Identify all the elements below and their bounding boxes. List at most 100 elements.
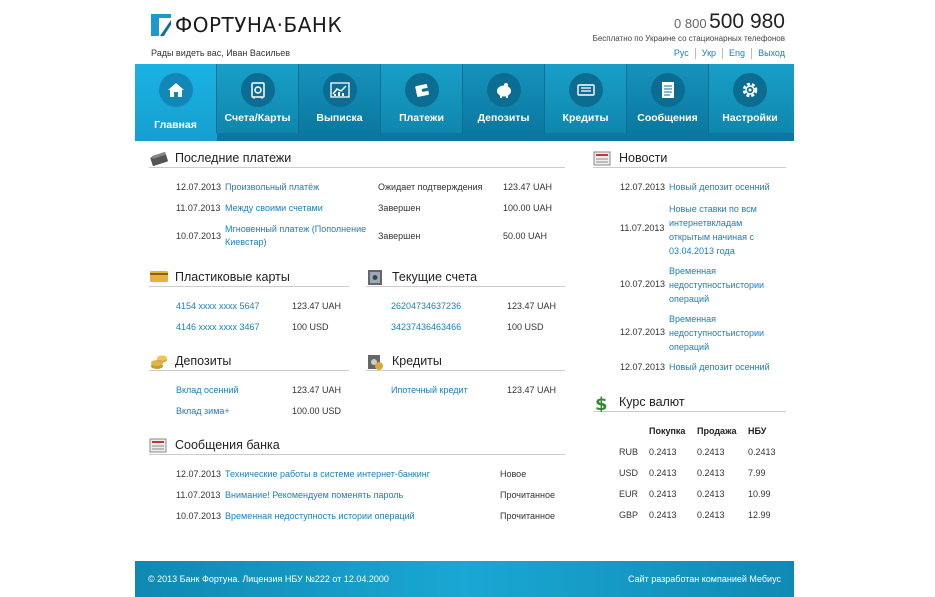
chart-icon — [323, 73, 357, 107]
lang-en-link[interactable]: Eng — [722, 48, 751, 59]
payment-status: Ожидает подтверждения — [378, 182, 483, 192]
footer: © 2013 Банк Фортуна. Лицензия НБУ №222 о… — [135, 561, 794, 597]
payment-status: Завершен — [378, 203, 421, 213]
nav-item-home[interactable]: Главная — [135, 64, 217, 141]
newspaper-icon — [593, 150, 613, 166]
nav-label: Главная — [154, 119, 197, 131]
wallet-icon — [405, 73, 439, 107]
card-amount: 123.47 UAH — [292, 301, 342, 311]
rates-row: RUB 0.2413 0.2413 0.2413 — [619, 446, 776, 457]
house-icon — [159, 73, 193, 107]
messages-section-title: Сообщения банка — [149, 435, 565, 455]
credits-section-title: Кредиты — [366, 351, 565, 371]
nav-item-credits[interactable]: Кредиты — [545, 64, 627, 133]
payment-link[interactable]: Произвольный платёж — [225, 181, 319, 194]
account-link[interactable]: 26204734637236 — [391, 300, 461, 313]
payment-amount: 123.47 UAH — [503, 182, 553, 192]
message-date: 12.07.2013 — [176, 469, 222, 479]
message-status: Новое — [500, 469, 527, 479]
message-status: Прочитанное — [500, 490, 555, 500]
language-switcher: Рус Укр Eng Выход — [668, 48, 785, 59]
nav-item-messages[interactable]: Сообщения — [627, 64, 709, 133]
rates-table: Покупка Продажа НБУ RUB 0.2413 0.2413 0.241… — [619, 420, 788, 525]
account-amount: 123.47 UAH — [507, 301, 557, 311]
message-date: 11.07.2013 — [176, 490, 221, 500]
nav-item-deposits[interactable]: Депозиты — [463, 64, 545, 133]
main-nav: Главная Счета/Карты Выписка Платежи Депо… — [135, 64, 794, 141]
nav-item-settings[interactable]: Настройки — [709, 64, 791, 133]
deposit-link[interactable]: Вклад осенний — [176, 384, 239, 397]
nav-label: Сообщения — [637, 112, 698, 124]
newspaper-icon — [149, 437, 169, 453]
nav-strip — [135, 133, 794, 141]
accounts-section-title: Текущие счета — [366, 267, 565, 287]
phone-prefix: 0 800 — [674, 16, 707, 31]
card-link[interactable]: 4146 xxxx xxxx 3467 — [176, 321, 260, 334]
rates-header-row: Покупка Продажа НБУ — [649, 425, 767, 436]
deposits-section-title: Депозиты — [149, 351, 349, 371]
news-link[interactable]: Новые ставки по всм интернетвкладам откр… — [669, 202, 757, 258]
lock-icon — [366, 353, 386, 370]
phone-number: 500 980 — [709, 10, 785, 33]
payment-link[interactable]: Между своими счетами — [225, 202, 323, 215]
message-link[interactable]: Внимание! Рекомендуем поменять пароль — [225, 489, 403, 502]
news-link[interactable]: Временная недоступностьистории операций — [669, 312, 764, 354]
news-section-title: Новости — [593, 148, 786, 168]
account-link[interactable]: 34237436463466 — [391, 321, 461, 334]
payment-link[interactable]: Мгновенный платеж (Пополнение Киевстар) — [225, 223, 366, 249]
payment-date: 10.07.2013 — [176, 231, 222, 241]
card-amount: 100 USD — [292, 322, 329, 332]
nav-item-payments[interactable]: Платежи — [381, 64, 463, 133]
greeting: Рады видеть вас, Иван Васильев — [151, 48, 291, 58]
cards-section-title: Пластиковые карты — [149, 267, 349, 287]
message-status: Прочитанное — [500, 511, 555, 521]
message-link[interactable]: Технические работы в системе интернет-ба… — [225, 468, 430, 481]
bank-logo[interactable]: ФОРТУНА·БАНК — [151, 13, 342, 37]
safe-icon — [366, 269, 386, 285]
message-date: 10.07.2013 — [176, 511, 222, 521]
wallet-icon — [149, 150, 169, 166]
deposit-link[interactable]: Вклад зима+ — [176, 405, 230, 418]
footer-developer-link[interactable]: Сайт разработан компанией Мебиус — [628, 574, 781, 584]
phone-note: Бесплатно по Украине со стационарных тел… — [592, 34, 785, 43]
nav-label: Депозиты — [477, 112, 530, 124]
nav-label: Выписка — [316, 112, 363, 124]
lang-ru-link[interactable]: Рус — [668, 48, 695, 59]
news-date: 12.07.2013 — [620, 182, 666, 192]
payment-date: 12.07.2013 — [176, 182, 222, 192]
safe-icon — [241, 73, 275, 107]
news-link[interactable]: Новый депозит осенний — [669, 181, 770, 194]
payment-amount: 100.00 UAH — [503, 203, 553, 213]
deposit-amount: 123.47 UAH — [292, 385, 342, 395]
gear-icon — [733, 73, 767, 107]
lang-uk-link[interactable]: Укр — [694, 48, 722, 59]
cash-icon — [569, 73, 603, 107]
rates-row: USD 0.2413 0.2413 7.99 — [619, 467, 766, 478]
logout-link[interactable]: Выход — [751, 48, 785, 59]
rates-section-title: $ Курс валют — [593, 392, 786, 415]
news-link[interactable]: Новый депозит осенний — [669, 361, 770, 374]
credit-amount: 123.47 UAH — [507, 385, 557, 395]
document-icon — [651, 73, 685, 107]
payments-section-title: Последние платежи — [149, 148, 565, 168]
nav-item-accounts[interactable]: Счета/Карты — [217, 64, 299, 133]
rates-row: GBP 0.2413 0.2413 12.99 — [619, 509, 771, 520]
deposit-amount: 100.00 USD — [292, 406, 342, 416]
news-link[interactable]: Временная недоступностьистории операций — [669, 264, 764, 306]
footer-copyright: © 2013 Банк Фортуна. Лицензия НБУ №222 о… — [148, 574, 389, 584]
logo-text: ФОРТУНА·БАНК — [175, 13, 343, 37]
payment-status: Завершен — [378, 231, 421, 241]
payment-date: 11.07.2013 — [176, 203, 221, 213]
payment-amount: 50.00 UAH — [503, 231, 548, 241]
logo-mark-icon — [151, 14, 171, 36]
credit-card-icon — [149, 269, 169, 285]
rates-row: EUR 0.2413 0.2413 10.99 — [619, 488, 771, 499]
card-link[interactable]: 4154 xxxx xxxx 5647 — [176, 300, 260, 313]
message-link[interactable]: Временная недоступность истории операций — [225, 510, 415, 523]
nav-label: Платежи — [399, 112, 444, 124]
svg-text:$: $ — [595, 394, 608, 412]
dollar-icon: $ — [593, 394, 613, 415]
account-amount: 100 USD — [507, 322, 544, 332]
credit-link[interactable]: Ипотечный кредит — [391, 384, 468, 397]
nav-item-statement[interactable]: Выписка — [299, 64, 381, 133]
